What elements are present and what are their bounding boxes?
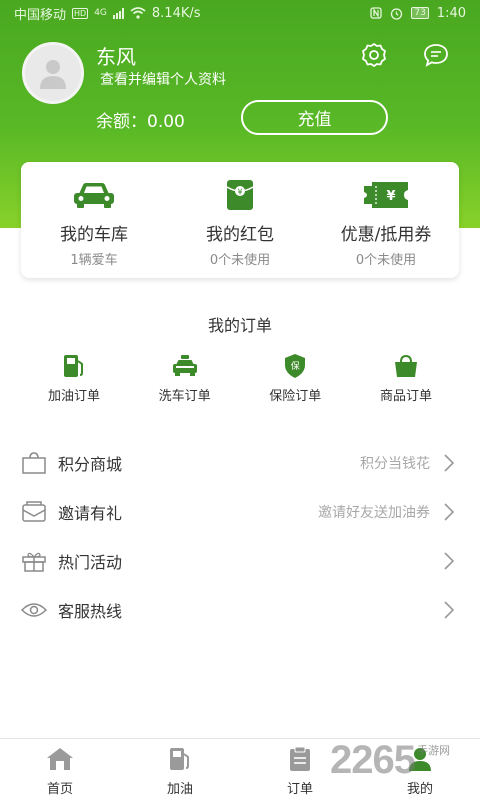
order-label: 加油订单 [47,389,100,404]
gear-icon [362,43,386,67]
orders-section: 加油订单 洗车订单 保 保险订单 商品订单 [22,352,458,404]
insurance-orders-button[interactable]: 保 保险订单 [243,352,347,404]
eye-icon [20,602,48,617]
product-orders-button[interactable]: 商品订单 [354,352,458,404]
order-label: 商品订单 [379,389,432,404]
menu-label: 客服热线 [58,601,123,621]
battery-indicator: 73 [411,7,429,19]
car-wash-icon [172,355,197,376]
menu-hint: 积分当钱花 [360,455,430,472]
nav-label: 订单 [286,782,313,797]
nav-label: 加油 [166,782,193,797]
signal-icon [112,7,124,19]
messages-button[interactable] [421,40,451,70]
watermark-text: 手游网 [416,744,450,757]
avatar[interactable] [22,42,84,104]
coupon-icon: ¥ [364,182,408,208]
status-bar: 中国移动 HD 4G 8.14K/s 73 1:40 [0,0,480,26]
shopping-bag-icon [394,354,417,377]
coupons-item[interactable]: ¥ 优惠/抵用券 0个未使用 [313,162,459,278]
fuel-orders-button[interactable]: 加油订单 [22,352,126,404]
nav-fuel[interactable]: 加油 [120,739,240,800]
recharge-button[interactable]: 充值 [241,100,388,135]
my-garage-item[interactable]: 我的车库 1辆爱车 [21,162,167,278]
svg-text:¥: ¥ [386,189,395,204]
network-speed: 8.14K/s [151,5,201,21]
edit-profile-link[interactable]: 查看并编辑个人资料 [100,69,226,89]
menu-label: 邀请有礼 [58,503,123,523]
invite-row[interactable]: 邀请有礼 邀请好友送加油券 [0,487,480,536]
my-red-envelope-item[interactable]: ¥ 我的红包 0个未使用 [167,162,313,278]
alarm-icon [391,7,403,20]
card-subtitle: 1辆爱车 [70,253,118,268]
carrier-label: 中国移动 [14,7,67,23]
chevron-right-icon [436,551,454,570]
menu-label: 积分商城 [58,454,123,474]
nav-label: 首页 [46,782,73,797]
bag-icon [22,451,46,474]
order-label: 洗车订单 [158,389,211,404]
svg-text:¥: ¥ [237,188,242,197]
hot-events-row[interactable]: 热门活动 [0,536,480,585]
card-title: 我的车库 [60,225,128,245]
network-type: 4G [94,8,107,18]
card-title: 优惠/抵用券 [340,225,432,245]
menu-label: 热门活动 [58,552,123,572]
car-wash-orders-button[interactable]: 洗车订单 [133,352,237,404]
balance-label: 余额： [96,112,147,132]
gift-icon [22,552,46,572]
chevron-right-icon [436,502,454,521]
balance: 余额：0.00 [96,107,185,132]
card-subtitle: 0个未使用 [209,253,271,268]
chevron-right-icon [436,453,454,472]
hd-badge: HD [72,7,89,19]
settings-button[interactable] [359,40,389,70]
default-avatar-icon [40,60,66,89]
home-icon [47,748,73,770]
nfc-icon [370,7,382,19]
username: 东风 [96,45,136,69]
chat-bubble-icon [424,44,448,67]
balance-value: 0.00 [147,112,185,132]
assets-card: 我的车库 1辆爱车 ¥ 我的红包 0个未使用 ¥ 优惠/抵用券 0个未使用 [21,162,459,278]
envelope-icon [22,500,46,522]
clock: 1:40 [436,5,466,21]
clipboard-icon [290,746,310,771]
insurance-badge-text: 保 [290,361,300,372]
fuel-pump-icon [64,355,83,377]
watermark-number: 2265 [330,738,416,782]
watermark: 2265 手游网 [330,740,450,780]
service-hotline-row[interactable]: 客服热线 [0,585,480,634]
wifi-icon [130,7,146,19]
orders-section-title: 我的订单 [207,316,272,335]
car-icon [74,183,114,208]
card-subtitle: 0个未使用 [355,253,417,268]
menu-hint: 邀请好友送加油券 [318,504,430,521]
card-title: 我的红包 [206,225,274,245]
menu-list: 积分商城 积分当钱花 邀请有礼 邀请好友送加油券 热门活动 客服热线 [0,438,480,634]
red-envelope-icon: ¥ [226,180,254,210]
order-label: 保险订单 [269,389,322,404]
chevron-right-icon [436,600,454,619]
fuel-icon [170,748,189,770]
nav-home[interactable]: 首页 [0,739,120,800]
points-mall-row[interactable]: 积分商城 积分当钱花 [0,438,480,487]
